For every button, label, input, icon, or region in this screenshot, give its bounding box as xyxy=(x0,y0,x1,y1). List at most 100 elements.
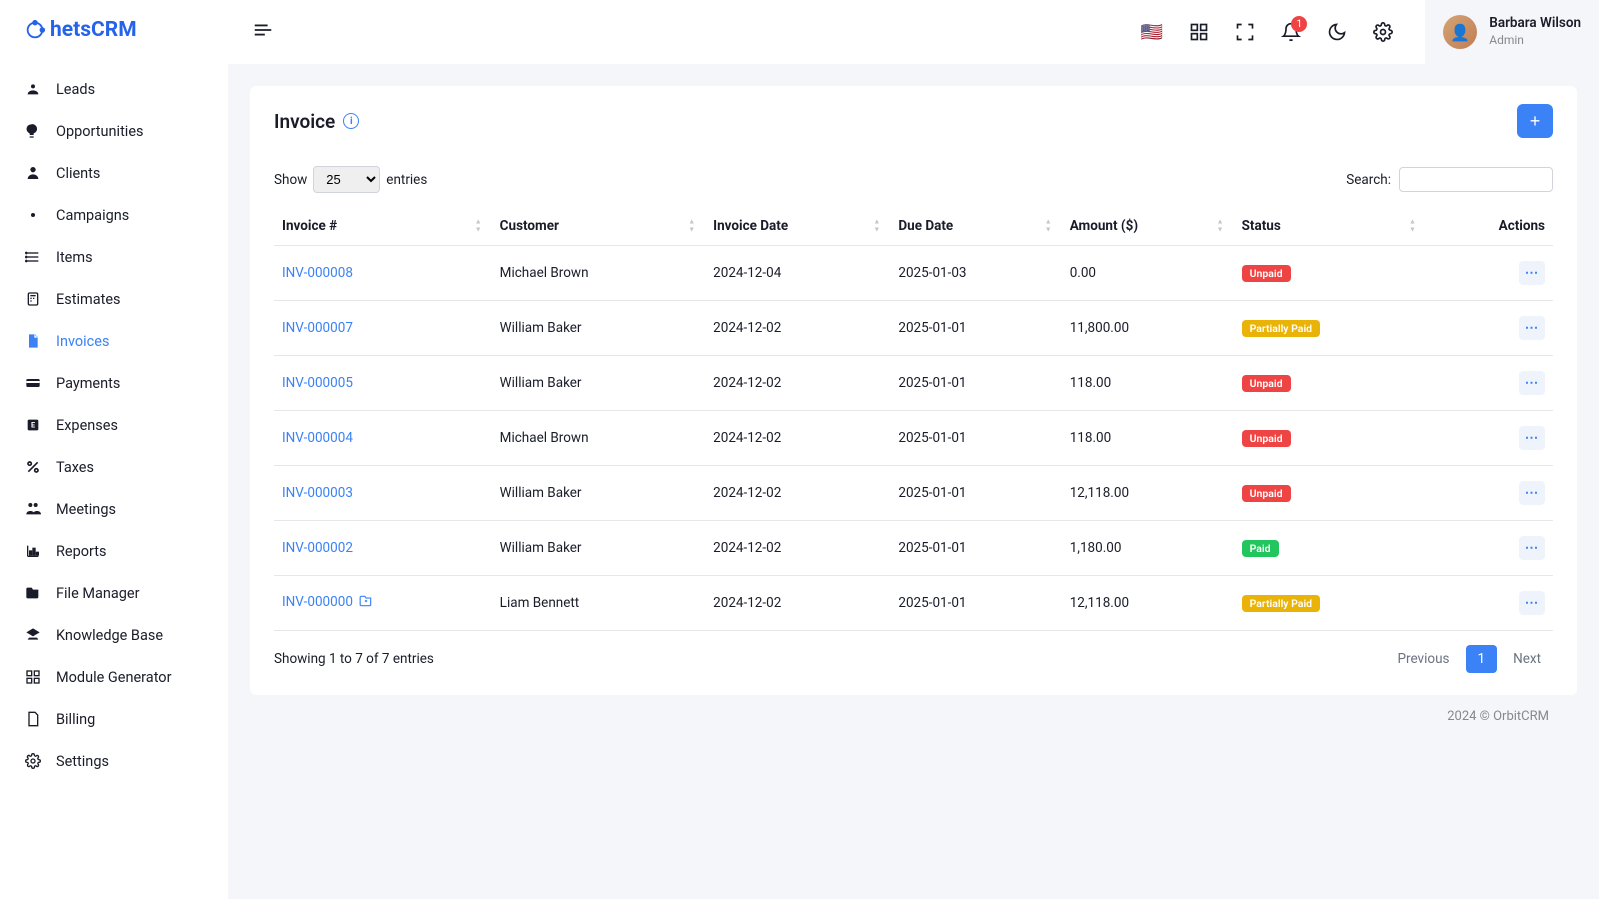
notifications-button[interactable]: 1 xyxy=(1281,22,1301,42)
column-header[interactable]: Due Date▲▼ xyxy=(890,207,1061,246)
invoice-link[interactable]: INV-000000 xyxy=(282,594,353,610)
row-actions-button[interactable]: ⋯ xyxy=(1519,536,1545,560)
sidebar-nav: LeadsOpportunitiesClientsCampaignsItemsE… xyxy=(0,60,228,899)
invoice-link[interactable]: INV-000003 xyxy=(282,485,353,501)
sidebar-item-items[interactable]: Items xyxy=(0,236,228,278)
cell-invoice-date: 2024-12-04 xyxy=(705,246,890,301)
sidebar-item-label: File Manager xyxy=(56,585,140,602)
sidebar-item-label: Knowledge Base xyxy=(56,627,163,644)
settings-button[interactable] xyxy=(1373,22,1393,42)
column-header[interactable]: Customer▲▼ xyxy=(492,207,705,246)
table-row: INV-000002 William Baker 2024-12-02 2025… xyxy=(274,521,1553,576)
cell-customer: Michael Brown xyxy=(492,246,705,301)
sidebar-item-opportunities[interactable]: Opportunities xyxy=(0,110,228,152)
brand-logo[interactable]: hetsCRM xyxy=(0,0,228,60)
table-row: INV-000007 William Baker 2024-12-02 2025… xyxy=(274,301,1553,356)
sidebar-item-label: Invoices xyxy=(56,333,109,350)
invoices-icon xyxy=(24,332,42,350)
add-invoice-button[interactable]: + xyxy=(1517,104,1553,138)
user-role: Admin xyxy=(1489,33,1581,49)
status-badge: Unpaid xyxy=(1242,430,1291,447)
user-menu-button[interactable]: 👤 Barbara Wilson Admin xyxy=(1425,0,1599,64)
fullscreen-button[interactable] xyxy=(1235,22,1255,42)
sidebar-item-campaigns[interactable]: Campaigns xyxy=(0,194,228,236)
row-actions-button[interactable]: ⋯ xyxy=(1519,261,1545,285)
status-badge: Partially Paid xyxy=(1242,320,1321,337)
sidebar-item-modulegenerator[interactable]: Module Generator xyxy=(0,656,228,698)
row-actions-button[interactable]: ⋯ xyxy=(1519,591,1545,615)
sidebar-item-label: Settings xyxy=(56,753,109,770)
page-title: Invoice i xyxy=(274,110,359,133)
logo-icon xyxy=(24,19,46,41)
moon-icon xyxy=(1327,22,1347,42)
sidebar-item-reports[interactable]: Reports xyxy=(0,530,228,572)
sidebar-item-settings[interactable]: Settings xyxy=(0,740,228,782)
sidebar-item-billing[interactable]: Billing xyxy=(0,698,228,740)
hamburger-icon xyxy=(252,19,274,41)
pagination-prev[interactable]: Previous xyxy=(1386,645,1462,673)
table-row: INV-000003 William Baker 2024-12-02 2025… xyxy=(274,466,1553,521)
estimates-icon xyxy=(24,290,42,308)
avatar: 👤 xyxy=(1443,15,1477,49)
cell-invoice-date: 2024-12-02 xyxy=(705,521,890,576)
cell-invoice-date: 2024-12-02 xyxy=(705,356,890,411)
sidebar-item-knowledgebase[interactable]: Knowledge Base xyxy=(0,614,228,656)
apps-grid-button[interactable] xyxy=(1189,22,1209,42)
sidebar-item-taxes[interactable]: Taxes xyxy=(0,446,228,488)
sidebar-item-estimates[interactable]: Estimates xyxy=(0,278,228,320)
page-size-control: Show 25 entries xyxy=(274,166,427,193)
column-header[interactable]: Invoice Date▲▼ xyxy=(705,207,890,246)
invoice-link[interactable]: INV-000007 xyxy=(282,320,353,336)
sidebar-item-expenses[interactable]: EExpenses xyxy=(0,404,228,446)
invoices-table: Invoice #▲▼Customer▲▼Invoice Date▲▼Due D… xyxy=(274,207,1553,631)
status-badge: Unpaid xyxy=(1242,265,1291,282)
invoice-link[interactable]: INV-000004 xyxy=(282,430,353,446)
search-input[interactable] xyxy=(1399,167,1553,192)
pagination-page-1[interactable]: 1 xyxy=(1466,645,1498,673)
row-actions-button[interactable]: ⋯ xyxy=(1519,481,1545,505)
cell-customer: William Baker xyxy=(492,356,705,411)
hamburger-menu-button[interactable] xyxy=(252,19,274,45)
sidebar-item-label: Module Generator xyxy=(56,669,171,686)
sidebar-item-label: Opportunities xyxy=(56,123,144,140)
brand-text: hetsCRM xyxy=(50,18,137,42)
sidebar-item-payments[interactable]: Payments xyxy=(0,362,228,404)
sidebar-item-label: Taxes xyxy=(56,459,94,476)
invoice-link[interactable]: INV-000008 xyxy=(282,265,353,281)
table-row: INV-000004 Michael Brown 2024-12-02 2025… xyxy=(274,411,1553,466)
row-actions-button[interactable]: ⋯ xyxy=(1519,426,1545,450)
status-badge: Partially Paid xyxy=(1242,595,1321,612)
modulegenerator-icon xyxy=(24,668,42,686)
info-icon[interactable]: i xyxy=(343,113,359,129)
sidebar-item-leads[interactable]: Leads xyxy=(0,68,228,110)
sidebar-item-meetings[interactable]: Meetings xyxy=(0,488,228,530)
sidebar-item-invoices[interactable]: Invoices xyxy=(0,320,228,362)
invoice-link[interactable]: INV-000002 xyxy=(282,540,353,556)
invoice-card: Invoice i + Show 25 entries Search: xyxy=(250,86,1577,695)
row-actions-button[interactable]: ⋯ xyxy=(1519,371,1545,395)
payments-icon xyxy=(24,374,42,392)
invoice-link[interactable]: INV-000005 xyxy=(282,375,353,391)
page-size-select[interactable]: 25 xyxy=(313,166,380,193)
cell-amount: 118.00 xyxy=(1062,411,1234,466)
dark-mode-toggle[interactable] xyxy=(1327,22,1347,42)
language-flag-icon[interactable]: 🇺🇸 xyxy=(1141,22,1163,43)
cell-amount: 1,180.00 xyxy=(1062,521,1234,576)
column-header[interactable]: Amount ($)▲▼ xyxy=(1062,207,1234,246)
cell-customer: William Baker xyxy=(492,301,705,356)
column-header[interactable]: Status▲▼ xyxy=(1234,207,1426,246)
user-name: Barbara Wilson xyxy=(1489,15,1581,33)
search-label: Search: xyxy=(1346,172,1391,188)
sidebar-item-label: Billing xyxy=(56,711,95,728)
fullscreen-icon xyxy=(1235,22,1255,42)
column-header[interactable]: Invoice #▲▼ xyxy=(274,207,492,246)
sidebar-item-filemanager[interactable]: File Manager xyxy=(0,572,228,614)
pagination-next[interactable]: Next xyxy=(1501,645,1553,673)
filemanager-icon xyxy=(24,584,42,602)
sidebar-item-clients[interactable]: Clients xyxy=(0,152,228,194)
table-summary: Showing 1 to 7 of 7 entries xyxy=(274,651,434,667)
cell-amount: 12,118.00 xyxy=(1062,576,1234,631)
row-actions-button[interactable]: ⋯ xyxy=(1519,316,1545,340)
cell-amount: 118.00 xyxy=(1062,356,1234,411)
status-badge: Unpaid xyxy=(1242,485,1291,502)
